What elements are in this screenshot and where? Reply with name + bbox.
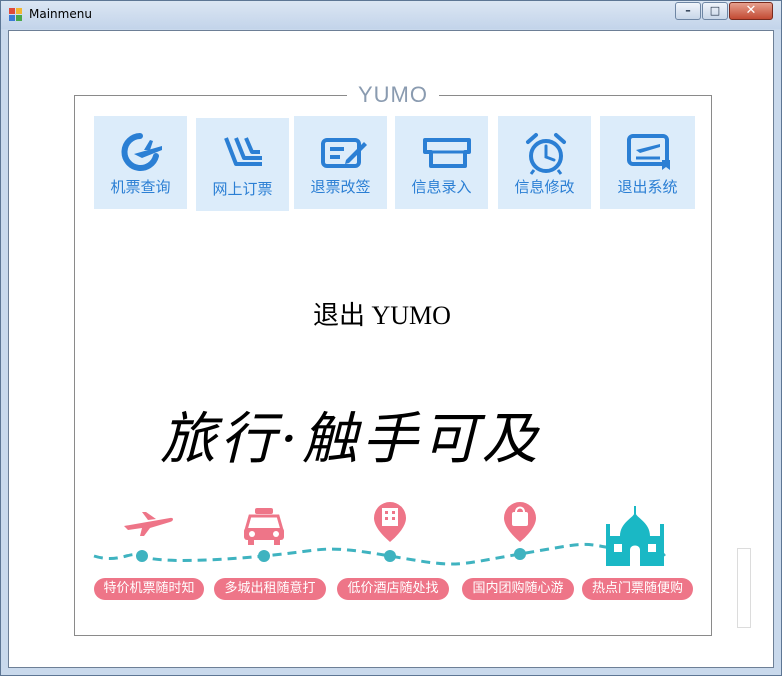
plane-takeoff-icon [121, 133, 162, 171]
plane-icon [124, 512, 173, 536]
banner-pill-hotel: 低价酒店随处找 [337, 578, 449, 600]
route-dot [514, 548, 526, 560]
seat-icon [224, 137, 262, 166]
taj-mahal-icon [606, 506, 664, 566]
tile-label: 机票查询 [110, 178, 171, 196]
tile-label: 网上订票 [212, 180, 273, 198]
exit-yumo-text: 退出 YUMO [313, 301, 451, 330]
banner-pill-tickets: 热点门票随便购 [582, 578, 693, 600]
title-bar[interactable]: Mainmenu – □ ✕ [1, 1, 781, 29]
bottom-frame [8, 668, 774, 675]
route-dot [258, 550, 270, 562]
tile-label: 退出系统 [617, 178, 678, 196]
banner-pill-group-buy: 国内团购随心游 [462, 578, 574, 600]
close-button[interactable]: ✕ [729, 2, 773, 20]
tile-exit-system[interactable]: 退出系统 [600, 116, 695, 209]
minimize-icon: – [685, 4, 691, 17]
car-icon [244, 508, 284, 545]
slogan-calligraphy: 旅行·触手可及 [160, 407, 542, 472]
ticket-edit-icon [321, 138, 367, 168]
close-icon: ✕ [745, 3, 757, 18]
maximize-icon: □ [709, 4, 721, 17]
alarm-clock-icon [526, 133, 566, 175]
groupbox-title: YUMO [347, 83, 439, 107]
tile-label: 信息修改 [514, 178, 575, 196]
travel-banner [93, 502, 666, 566]
banner-pill-flights: 特价机票随时知 [94, 578, 204, 600]
window-title: Mainmenu [29, 7, 92, 21]
tile-info-entry[interactable]: 信息录入 [395, 116, 488, 209]
tile-book-online[interactable]: 网上订票 [196, 118, 289, 211]
maximize-button[interactable]: □ [702, 2, 728, 20]
ticket-stub-icon [423, 138, 471, 168]
route-dot [384, 550, 396, 562]
tile-label: 退票改签 [310, 178, 371, 196]
tile-label: 信息录入 [411, 178, 472, 196]
hotel-pin-icon [374, 502, 406, 542]
boarding-pass-icon [627, 134, 670, 170]
tile-flight-search[interactable]: 机票查询 [94, 116, 187, 209]
app-icon[interactable] [9, 8, 23, 22]
shopping-bag-pin-icon [504, 502, 536, 542]
route-dot [136, 550, 148, 562]
scroll-panel-stub [737, 548, 751, 628]
tile-refund-change[interactable]: 退票改签 [294, 116, 387, 209]
tile-info-modify[interactable]: 信息修改 [498, 116, 591, 209]
banner-pill-taxi: 多城出租随意打 [214, 578, 326, 600]
minimize-button[interactable]: – [675, 2, 701, 20]
